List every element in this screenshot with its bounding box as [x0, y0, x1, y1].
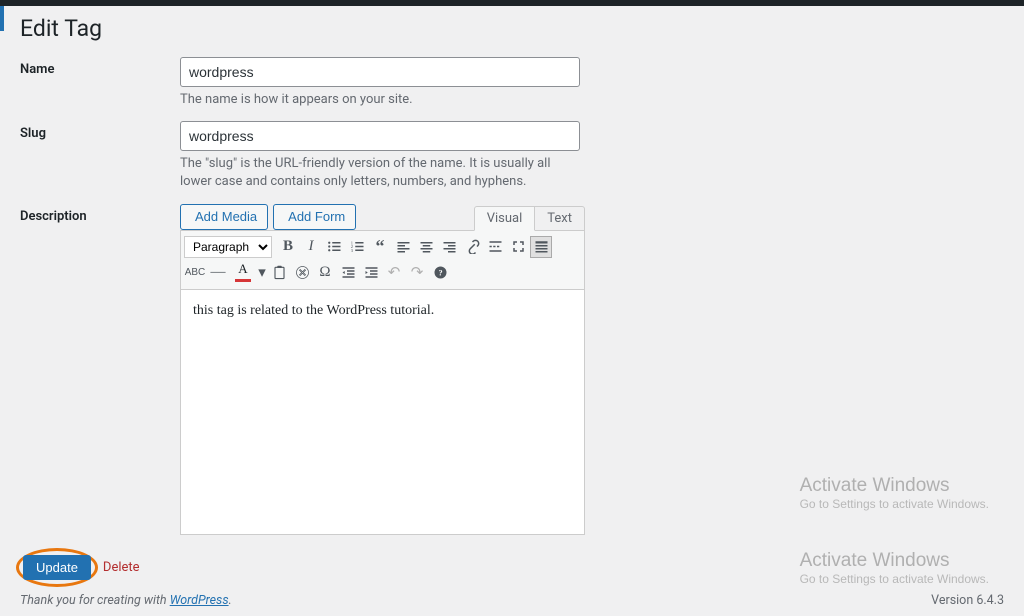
outdent-button[interactable]: [337, 262, 359, 284]
paragraph-select[interactable]: Paragraph: [184, 236, 272, 258]
tab-visual[interactable]: Visual: [474, 206, 536, 231]
add-media-button[interactable]: Add Media: [180, 204, 268, 230]
windows-watermark: Activate Windows Go to Settings to activ…: [800, 475, 989, 511]
redo-button[interactable]: ↷: [406, 262, 428, 284]
italic-button[interactable]: I: [300, 236, 322, 258]
horizontal-line-button[interactable]: —: [207, 262, 229, 284]
clear-formatting-button[interactable]: [291, 262, 313, 284]
special-character-button[interactable]: Ω: [314, 262, 336, 284]
paste-text-button[interactable]: [268, 262, 290, 284]
wordpress-link[interactable]: WordPress: [170, 593, 229, 608]
toolbar-toggle-button[interactable]: [530, 236, 552, 258]
delete-link[interactable]: Delete: [103, 560, 140, 575]
name-label: Name: [20, 57, 180, 109]
text-color-button[interactable]: A: [230, 262, 256, 284]
name-help: The name is how it appears on your site.: [180, 91, 580, 109]
footer-version: Version 6.4.3: [931, 593, 1004, 608]
slug-input[interactable]: [180, 121, 580, 151]
indent-button[interactable]: [360, 262, 382, 284]
slug-help: The "slug" is the URL-friendly version o…: [180, 155, 580, 191]
link-button[interactable]: [461, 236, 483, 258]
blockquote-button[interactable]: “: [369, 236, 391, 258]
bullet-list-button[interactable]: [323, 236, 345, 258]
windows-watermark: Activate Windows Go to Settings to activ…: [800, 550, 989, 586]
bold-button[interactable]: B: [277, 236, 299, 258]
undo-button[interactable]: ↶: [383, 262, 405, 284]
description-editor[interactable]: this tag is related to the WordPress tut…: [180, 289, 585, 535]
svg-text:?: ?: [438, 269, 442, 278]
strikethrough-button[interactable]: ABC: [184, 262, 206, 284]
add-form-label: Add Form: [288, 209, 345, 224]
align-left-button[interactable]: [392, 236, 414, 258]
editor-toolbar: Paragraph B I 123 “: [180, 230, 585, 289]
text-color-dropdown[interactable]: ▾: [257, 262, 267, 284]
svg-text:3: 3: [350, 248, 353, 253]
tab-text[interactable]: Text: [535, 206, 585, 231]
add-media-label: Add Media: [195, 209, 257, 224]
align-right-button[interactable]: [438, 236, 460, 258]
fullscreen-button[interactable]: [507, 236, 529, 258]
footer-credit: Thank you for creating with WordPress.: [20, 593, 232, 608]
description-label: Description: [20, 204, 180, 535]
numbered-list-button[interactable]: 123: [346, 236, 368, 258]
update-button[interactable]: Update: [23, 555, 91, 580]
page-title: Edit Tag: [20, 15, 1004, 42]
name-input[interactable]: [180, 57, 580, 87]
add-form-button[interactable]: Add Form: [273, 204, 356, 230]
read-more-button[interactable]: [484, 236, 506, 258]
slug-label: Slug: [20, 121, 180, 191]
help-button[interactable]: ?: [429, 262, 451, 284]
align-center-button[interactable]: [415, 236, 437, 258]
